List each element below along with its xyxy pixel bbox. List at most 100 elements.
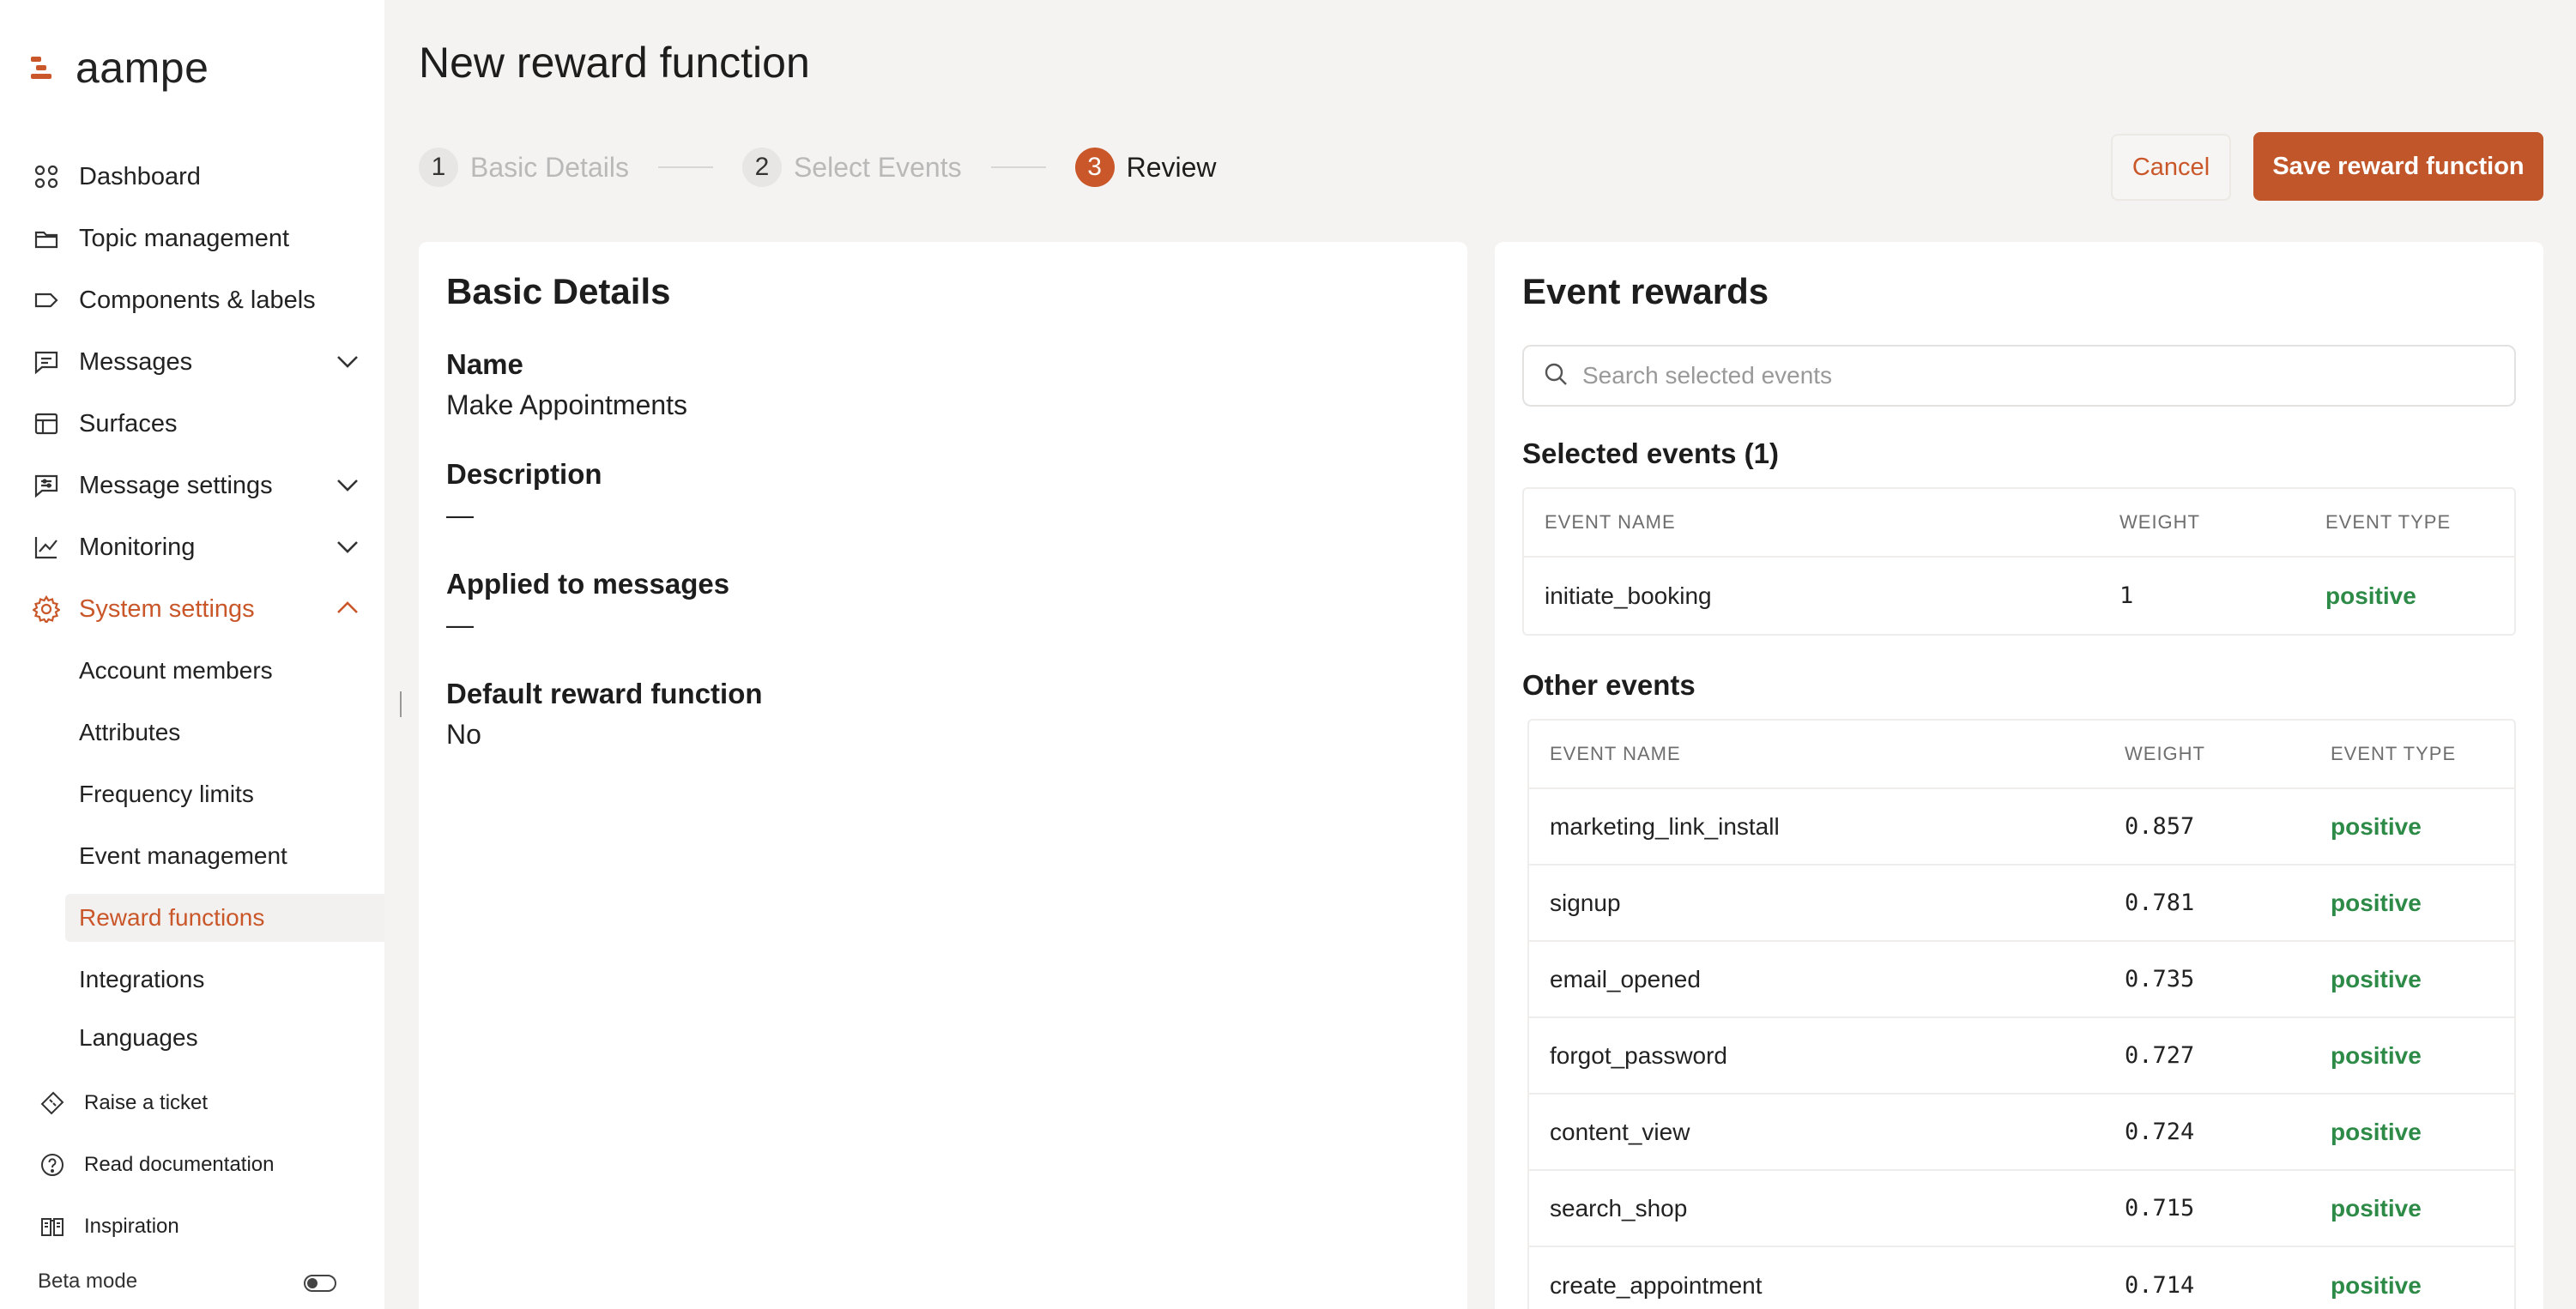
other-events-table: EVENT NAME WEIGHT EVENT TYPE marketing_l… — [1527, 719, 2516, 1309]
sidebar-item-messages[interactable]: Messages — [31, 338, 360, 386]
page-title: New reward function — [419, 39, 810, 87]
sidebar-subitem-event-management[interactable]: Event management — [79, 832, 287, 880]
event-type-cell: positive — [2331, 889, 2422, 916]
sidebar-item-message-settings[interactable]: Message settings — [31, 461, 360, 510]
step-label: Basic Details — [470, 151, 629, 183]
help-icon — [38, 1150, 67, 1179]
table-row[interactable]: marketing_link_install 0.857 positive — [1529, 789, 2514, 866]
step-number: 1 — [419, 148, 458, 187]
chart-icon — [31, 532, 62, 563]
column-header-weight: WEIGHT — [2119, 511, 2200, 533]
step-number: 2 — [741, 148, 782, 187]
footer-item-label: Inspiration — [84, 1215, 179, 1238]
description-label: Description — [446, 458, 602, 490]
table-row[interactable]: email_opened 0.735 positive — [1529, 942, 2514, 1018]
search-selected-events[interactable] — [1522, 345, 2516, 407]
sidebar-item-topic-management[interactable]: Topic management — [31, 214, 360, 262]
aampe-logo-icon — [31, 55, 57, 81]
column-header-event-name: EVENT NAME — [1550, 743, 1681, 764]
table-icon — [31, 408, 62, 439]
gear-icon — [31, 594, 62, 624]
sidebar-subitem-account-members[interactable]: Account members — [79, 647, 273, 695]
step-review[interactable]: 3 Review — [1074, 148, 1217, 187]
chevron-up-icon[interactable] — [335, 595, 360, 628]
selected-events-title: Selected events (1) — [1522, 437, 1779, 469]
event-name-cell: marketing_link_install — [1550, 812, 1780, 840]
book-icon — [38, 1212, 67, 1241]
toggle-knob — [307, 1278, 317, 1288]
cancel-button[interactable]: Cancel — [2111, 134, 2231, 201]
chevron-down-icon[interactable] — [335, 472, 360, 504]
sidebar-item-label: Topic management — [79, 224, 290, 252]
event-type-cell: positive — [2331, 1271, 2422, 1299]
inspiration-link[interactable]: Inspiration — [38, 1206, 179, 1247]
sidebar-item-dashboard[interactable]: Dashboard — [31, 153, 360, 201]
column-header-event-name: EVENT NAME — [1545, 511, 1676, 533]
sidebar-subitem-attributes[interactable]: Attributes — [79, 709, 180, 757]
chevron-down-icon[interactable] — [335, 534, 360, 566]
chevron-down-icon[interactable] — [335, 348, 360, 381]
event-name-cell: forgot_password — [1550, 1041, 1728, 1069]
step-select-events[interactable]: 2 Select Events — [741, 148, 962, 187]
sidebar-subitem-reward-functions[interactable]: Reward functions — [65, 894, 384, 942]
weight-cell: 0.715 — [2125, 1195, 2195, 1222]
sidebar-item-system-settings[interactable]: System settings — [31, 585, 360, 633]
event-name-cell: content_view — [1550, 1118, 1690, 1145]
raise-ticket-link[interactable]: Raise a ticket — [38, 1083, 208, 1124]
folder-icon — [31, 223, 62, 254]
sidebar-subitem-integrations[interactable]: Integrations — [79, 956, 204, 1004]
event-name-cell: search_shop — [1550, 1194, 1688, 1222]
save-reward-function-button[interactable]: Save reward function — [2253, 132, 2543, 201]
search-input[interactable] — [1582, 362, 2440, 389]
sidebar-item-label: Surfaces — [79, 409, 178, 437]
sidebar-item-surfaces[interactable]: Surfaces — [31, 400, 360, 448]
sidebar: aampe Dashboard Topic management Compone… — [0, 0, 384, 1309]
footer-item-label: Raise a ticket — [84, 1091, 209, 1114]
column-header-weight: WEIGHT — [2125, 743, 2205, 764]
logo-text: aampe — [76, 44, 209, 92]
event-type-cell: positive — [2331, 1041, 2422, 1069]
sidebar-item-label: System settings — [79, 594, 255, 623]
table-row[interactable]: initiate_booking 1 positive — [1524, 558, 2514, 634]
weight-cell: 0.727 — [2125, 1042, 2195, 1069]
logo[interactable]: aampe — [31, 43, 209, 93]
event-type-cell: positive — [2331, 965, 2422, 992]
sidebar-item-label: Messages — [79, 347, 193, 376]
sidebar-subitem-languages[interactable]: Languages — [79, 1017, 198, 1052]
step-divider — [990, 166, 1046, 168]
event-type-cell: positive — [2331, 812, 2422, 840]
event-name-cell: initiate_booking — [1545, 582, 1712, 609]
sidebar-item-components-labels[interactable]: Components & labels — [31, 276, 360, 324]
sidebar-resize-handle[interactable] — [400, 691, 402, 717]
step-basic-details[interactable]: 1 Basic Details — [419, 148, 629, 187]
table-row[interactable]: content_view 0.724 positive — [1529, 1095, 2514, 1171]
description-value: — — [446, 499, 474, 530]
column-header-event-type: EVENT TYPE — [2331, 743, 2457, 764]
beta-mode-toggle[interactable] — [304, 1275, 336, 1292]
read-documentation-link[interactable]: Read documentation — [38, 1144, 274, 1185]
other-events-title: Other events — [1522, 669, 1696, 701]
event-type-cell: positive — [2331, 1118, 2422, 1145]
beta-mode-label: Beta mode — [38, 1270, 138, 1293]
table-row[interactable]: signup 0.781 positive — [1529, 866, 2514, 942]
event-rewards-title: Event rewards — [1522, 271, 1769, 311]
footer-item-label: Read documentation — [84, 1153, 275, 1176]
sidebar-item-label: Message settings — [79, 471, 273, 499]
step-divider — [657, 166, 713, 168]
weight-cell: 0.857 — [2125, 813, 2195, 840]
step-number: 3 — [1074, 148, 1115, 187]
basic-details-card: Basic Details Name Make Appointments Des… — [419, 242, 1467, 1309]
sidebar-subitem-frequency-limits[interactable]: Frequency limits — [79, 770, 254, 818]
step-label: Review — [1126, 151, 1217, 183]
table-row[interactable]: forgot_password 0.727 positive — [1529, 1018, 2514, 1095]
name-value: Make Appointments — [446, 389, 688, 420]
table-header: EVENT NAME WEIGHT EVENT TYPE — [1524, 489, 2514, 558]
sidebar-item-monitoring[interactable]: Monitoring — [31, 523, 360, 571]
sidebar-item-label: Components & labels — [79, 286, 316, 314]
default-reward-function-value: No — [446, 719, 481, 750]
table-row[interactable]: search_shop 0.715 positive — [1529, 1171, 2514, 1247]
applied-to-messages-value: — — [446, 609, 474, 640]
event-type-cell: positive — [2331, 1194, 2422, 1222]
label-icon — [31, 285, 62, 316]
table-row[interactable]: create_appointment 0.714 positive — [1529, 1247, 2514, 1309]
